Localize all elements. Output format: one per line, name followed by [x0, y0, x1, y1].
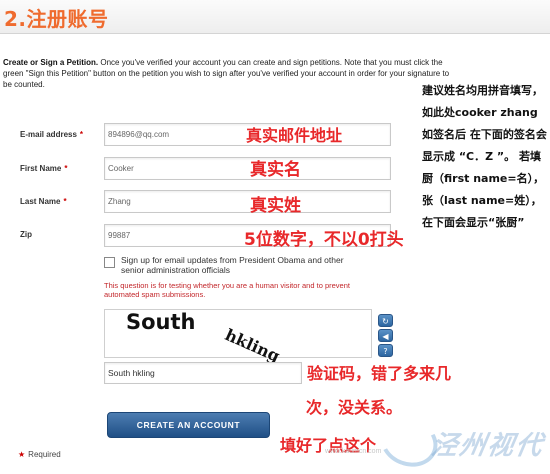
last-name-value: Zhang — [108, 197, 131, 206]
intro-paragraph: Create or Sign a Petition. Once you've v… — [3, 57, 458, 90]
page-title: 2.注册账号 — [4, 7, 109, 31]
intro-heading: Create or Sign a Petition. — [3, 58, 99, 67]
email-annotation: 真实邮件地址 — [246, 126, 343, 145]
create-account-button[interactable]: CREATE AN ACCOUNT — [107, 412, 270, 438]
side-note: 建议姓名均用拼音填写，如此处cooker zhang 如签名后 在下面的签名会显… — [422, 84, 547, 229]
required-star: * — [64, 164, 68, 173]
help-icon[interactable]: ? — [378, 344, 393, 357]
email-label: E-mail address * — [20, 130, 84, 139]
required-note: ★ Required — [18, 450, 61, 459]
last-name-field[interactable] — [104, 190, 391, 213]
refresh-icon[interactable]: ↻ — [378, 314, 393, 327]
first-name-annotation: 真实名 — [250, 160, 301, 180]
captcha-annotation-2: 次，没关系。 — [306, 398, 403, 417]
audio-icon[interactable]: ◀ — [378, 329, 393, 342]
first-name-field[interactable] — [104, 157, 391, 180]
first-name-label: First Name * — [20, 164, 68, 173]
required-star: * — [63, 197, 67, 206]
watermark-url: www.kaumcn.com — [325, 448, 382, 455]
last-name-annotation: 真实姓 — [250, 196, 301, 216]
zip-annotation: 5位数字，不以0打头 — [244, 230, 404, 250]
captcha-answer-value: South hkling — [108, 368, 155, 378]
required-star: ★ — [18, 450, 26, 459]
watermark-text: 泾州视代 — [428, 431, 547, 461]
required-star: * — [79, 130, 84, 139]
captcha-note: This question is for testing whether you… — [104, 281, 350, 299]
captcha-annotation-1: 验证码，错了多来几 — [307, 364, 452, 383]
zip-value: 99887 — [108, 231, 131, 240]
last-name-label: Last Name * — [20, 197, 67, 206]
signup-checkbox[interactable] — [104, 257, 115, 268]
zip-label: Zip — [20, 230, 32, 239]
email-value: 894896@qq.com — [108, 130, 170, 139]
signup-label: Sign up for email updates from President… — [121, 255, 344, 275]
first-name-value: Cooker — [108, 164, 134, 173]
captcha-word-1: South — [126, 310, 196, 334]
